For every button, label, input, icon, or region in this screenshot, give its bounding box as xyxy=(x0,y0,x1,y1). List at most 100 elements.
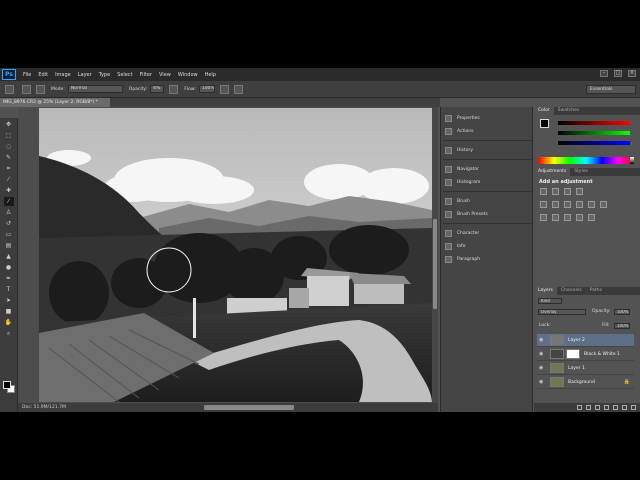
hand-icon[interactable]: ✋ xyxy=(4,318,14,327)
pressure-opacity-icon[interactable] xyxy=(169,84,179,94)
path-select-icon[interactable]: ➤ xyxy=(4,296,14,305)
panel-brush-presets[interactable]: Brush Presets xyxy=(445,209,530,219)
new-layer-icon[interactable] xyxy=(622,405,627,410)
eye-icon[interactable]: ◉ xyxy=(539,379,545,385)
brush-icon[interactable]: ⁄ xyxy=(3,197,14,206)
panel-brush[interactable]: Brush xyxy=(445,196,530,206)
menu-layer[interactable]: Layer xyxy=(78,72,92,78)
eye-icon[interactable]: ◉ xyxy=(539,337,545,343)
curves-icon[interactable] xyxy=(564,188,571,195)
type-icon[interactable]: T xyxy=(4,285,14,294)
photo-filter-icon[interactable] xyxy=(588,201,595,208)
panel-navigator[interactable]: Navigator xyxy=(445,164,530,174)
crop-icon[interactable]: ⌗ xyxy=(4,164,14,173)
panel-character[interactable]: Character xyxy=(445,228,530,238)
opacity-field[interactable]: 6% xyxy=(150,85,165,93)
restore-button[interactable]: □ xyxy=(614,70,622,77)
layer-fill-field[interactable]: 100% xyxy=(614,323,630,329)
menu-window[interactable]: Window xyxy=(178,72,198,78)
zoom-icon[interactable]: ⌕ xyxy=(4,329,14,338)
red-slider[interactable] xyxy=(558,121,630,125)
menu-image[interactable]: Image xyxy=(55,72,71,78)
history-brush-icon[interactable]: ↺ xyxy=(4,219,14,228)
black-white-icon[interactable] xyxy=(576,201,583,208)
brush-panel-toggle-icon[interactable] xyxy=(36,84,45,94)
tab-styles[interactable]: Styles xyxy=(570,168,592,176)
gradient-icon[interactable]: ▤ xyxy=(4,241,14,250)
vertical-scroll-thumb[interactable] xyxy=(433,219,437,309)
layer-row[interactable]: ◉ Layer 1 xyxy=(537,362,634,375)
brightness-contrast-icon[interactable] xyxy=(540,188,547,195)
menu-file[interactable]: File xyxy=(23,72,31,78)
posterize-icon[interactable] xyxy=(552,214,559,221)
panel-properties[interactable]: Properties xyxy=(445,113,530,123)
workspace-select[interactable]: Essentials xyxy=(586,85,636,94)
add-mask-icon[interactable] xyxy=(595,405,600,410)
minimize-button[interactable]: – xyxy=(600,70,608,77)
panel-actions[interactable]: Actions xyxy=(445,126,530,136)
eye-icon[interactable]: ◉ xyxy=(539,365,545,371)
new-group-icon[interactable] xyxy=(613,405,618,410)
threshold-icon[interactable] xyxy=(564,214,571,221)
exposure-icon[interactable] xyxy=(576,188,583,195)
brush-size-icon[interactable] xyxy=(22,84,31,94)
trash-icon[interactable] xyxy=(631,405,636,410)
blue-slider[interactable] xyxy=(558,141,630,145)
panel-history[interactable]: History xyxy=(445,145,530,155)
healing-icon[interactable]: ✚ xyxy=(4,186,14,195)
panel-info[interactable]: Info xyxy=(445,241,530,251)
eraser-icon[interactable]: ▭ xyxy=(4,230,14,239)
fx-icon[interactable] xyxy=(586,405,591,410)
mode-select[interactable]: Normal xyxy=(67,85,123,93)
tab-swatches[interactable]: Swatches xyxy=(554,107,584,115)
layer-filter-select[interactable]: Kind xyxy=(538,298,562,304)
layer-row[interactable]: ◉ Layer 2 xyxy=(537,334,634,347)
link-layers-icon[interactable] xyxy=(577,405,582,410)
tab-adjustments[interactable]: Adjustments xyxy=(534,168,571,176)
tab-color[interactable]: Color xyxy=(534,107,554,115)
dodge-icon[interactable]: ● xyxy=(4,263,14,272)
quick-select-icon[interactable]: ✎ xyxy=(4,153,14,162)
layer-opacity-field[interactable]: 100% xyxy=(614,309,630,315)
gradient-map-icon[interactable] xyxy=(576,214,583,221)
move-icon[interactable]: ✥ xyxy=(4,120,14,129)
document-tab[interactable]: IMG_8976.CR2 @ 25% (Layer 2, RGB/8*) * xyxy=(0,98,110,107)
menu-select[interactable]: Select xyxy=(117,72,132,78)
pen-icon[interactable]: ✒ xyxy=(4,274,14,283)
foreground-color-swatch[interactable] xyxy=(3,381,11,389)
tab-channels[interactable]: Channels xyxy=(557,287,586,295)
flow-field[interactable]: 100% xyxy=(198,85,215,93)
hue-saturation-icon[interactable] xyxy=(552,201,559,208)
panel-histogram[interactable]: Histogram xyxy=(445,177,530,187)
selective-color-icon[interactable] xyxy=(588,214,595,221)
document-canvas[interactable] xyxy=(39,108,432,402)
eye-icon[interactable]: ◉ xyxy=(539,351,545,357)
doc-size-status[interactable]: Doc: 51.9M/121.7M xyxy=(22,405,66,410)
channel-mixer-icon[interactable] xyxy=(600,201,607,208)
lasso-icon[interactable]: ◌ xyxy=(4,142,14,151)
grayscale-ramp[interactable] xyxy=(630,157,634,164)
eyedropper-icon[interactable]: ⁄ xyxy=(4,175,14,184)
layer-row[interactable]: ◉ Background 🔒 xyxy=(537,376,634,389)
menu-help[interactable]: Help xyxy=(205,72,216,78)
vibrance-icon[interactable] xyxy=(540,201,547,208)
panel-paragraph[interactable]: Paragraph xyxy=(445,254,530,264)
menu-edit[interactable]: Edit xyxy=(38,72,48,78)
vertical-scrollbar[interactable] xyxy=(432,107,438,403)
blend-mode-select[interactable]: Overlay xyxy=(538,309,586,315)
marquee-icon[interactable]: ⬚ xyxy=(4,131,14,140)
close-button[interactable]: × xyxy=(628,70,636,77)
levels-icon[interactable] xyxy=(552,188,559,195)
pressure-size-icon[interactable] xyxy=(233,84,243,94)
menu-view[interactable]: View xyxy=(159,72,171,78)
menu-filter[interactable]: Filter xyxy=(140,72,152,78)
menu-type[interactable]: Type xyxy=(99,72,110,78)
color-fg-swatch[interactable] xyxy=(540,119,549,128)
new-adjustment-icon[interactable] xyxy=(604,405,609,410)
color-spectrum[interactable] xyxy=(538,157,634,164)
tab-paths[interactable]: Paths xyxy=(586,287,606,295)
green-slider[interactable] xyxy=(558,131,630,135)
shape-icon[interactable]: ■ xyxy=(4,307,14,316)
invert-icon[interactable] xyxy=(540,214,547,221)
horizontal-scroll-thumb[interactable] xyxy=(204,405,294,410)
